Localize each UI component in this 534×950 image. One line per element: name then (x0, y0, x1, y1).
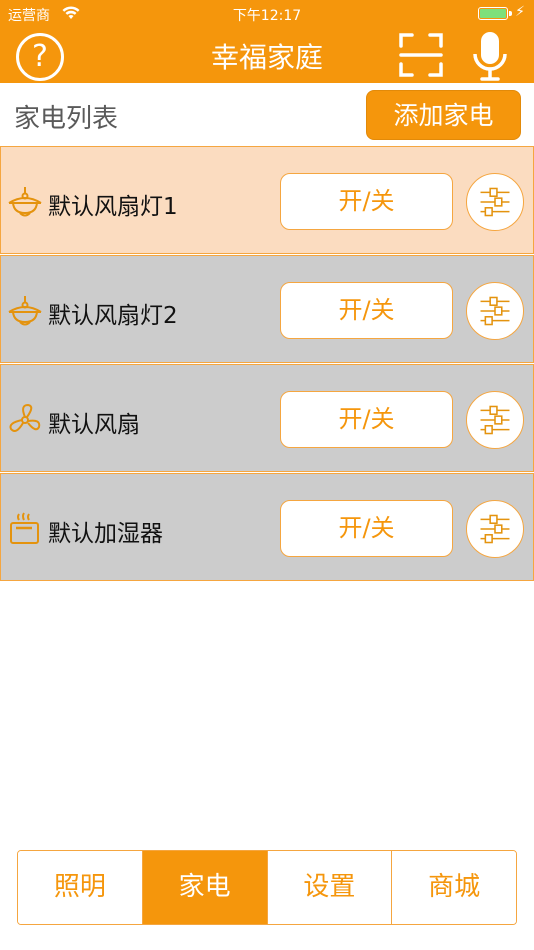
bottom-tab-bar: 照明 家电 设置 商城 (17, 850, 517, 925)
top-bar: 运营商 下午12:17 ⚡ ? 幸福家庭 (0, 0, 534, 83)
scan-icon[interactable] (398, 32, 444, 78)
power-toggle-button[interactable]: 开/关 (280, 282, 453, 339)
tab-settings[interactable]: 设置 (267, 851, 393, 924)
device-name: 默认风扇灯1 (48, 194, 178, 220)
device-row[interactable]: 默认风扇 开/关 (0, 364, 534, 472)
nav-bar: ? 幸福家庭 (0, 28, 534, 83)
section-label: 家电列表 (14, 104, 119, 134)
status-bar: 运营商 下午12:17 ⚡ (0, 0, 534, 28)
battery-tip (509, 11, 512, 16)
device-name: 默认风扇灯2 (48, 303, 178, 329)
humidifier-icon (10, 512, 39, 544)
device-settings-button[interactable] (466, 391, 524, 449)
device-row[interactable]: 默认加湿器 开/关 (0, 473, 534, 581)
appliance-list: 默认风扇灯1 开/关 默认风扇灯2 开/关 默认风扇 开/关 默认加湿器 开/关 (0, 146, 534, 581)
app-root: 运营商 下午12:17 ⚡ ? 幸福家庭 家电列表 添加家电 默认风扇灯1 开/… (0, 0, 534, 950)
device-settings-button[interactable] (466, 500, 524, 558)
device-settings-button[interactable] (466, 282, 524, 340)
tab-appliances[interactable]: 家电 (142, 851, 268, 924)
power-toggle-button[interactable]: 开/关 (280, 173, 453, 230)
device-settings-button[interactable] (466, 173, 524, 231)
ceiling-fan-light-icon (8, 296, 42, 326)
fan-icon (9, 403, 41, 432)
battery-icon (478, 7, 508, 20)
tab-store[interactable]: 商城 (392, 851, 516, 924)
device-name: 默认风扇 (48, 412, 140, 438)
charging-icon: ⚡ (515, 4, 525, 20)
tab-lighting[interactable]: 照明 (18, 851, 143, 924)
page-title: 幸福家庭 (210, 41, 323, 74)
add-appliance-button[interactable]: 添加家电 (366, 90, 521, 140)
device-row[interactable]: 默认风扇灯2 开/关 (0, 255, 534, 363)
power-toggle-button[interactable]: 开/关 (280, 500, 453, 557)
appliance-list-header: 家电列表 添加家电 (0, 83, 534, 146)
status-time: 下午12:17 (232, 8, 302, 24)
device-name: 默认加湿器 (48, 521, 163, 547)
device-row[interactable]: 默认风扇灯1 开/关 (0, 146, 534, 254)
microphone-icon[interactable] (470, 30, 510, 82)
ceiling-fan-light-icon (8, 187, 42, 217)
power-toggle-button[interactable]: 开/关 (280, 391, 453, 448)
